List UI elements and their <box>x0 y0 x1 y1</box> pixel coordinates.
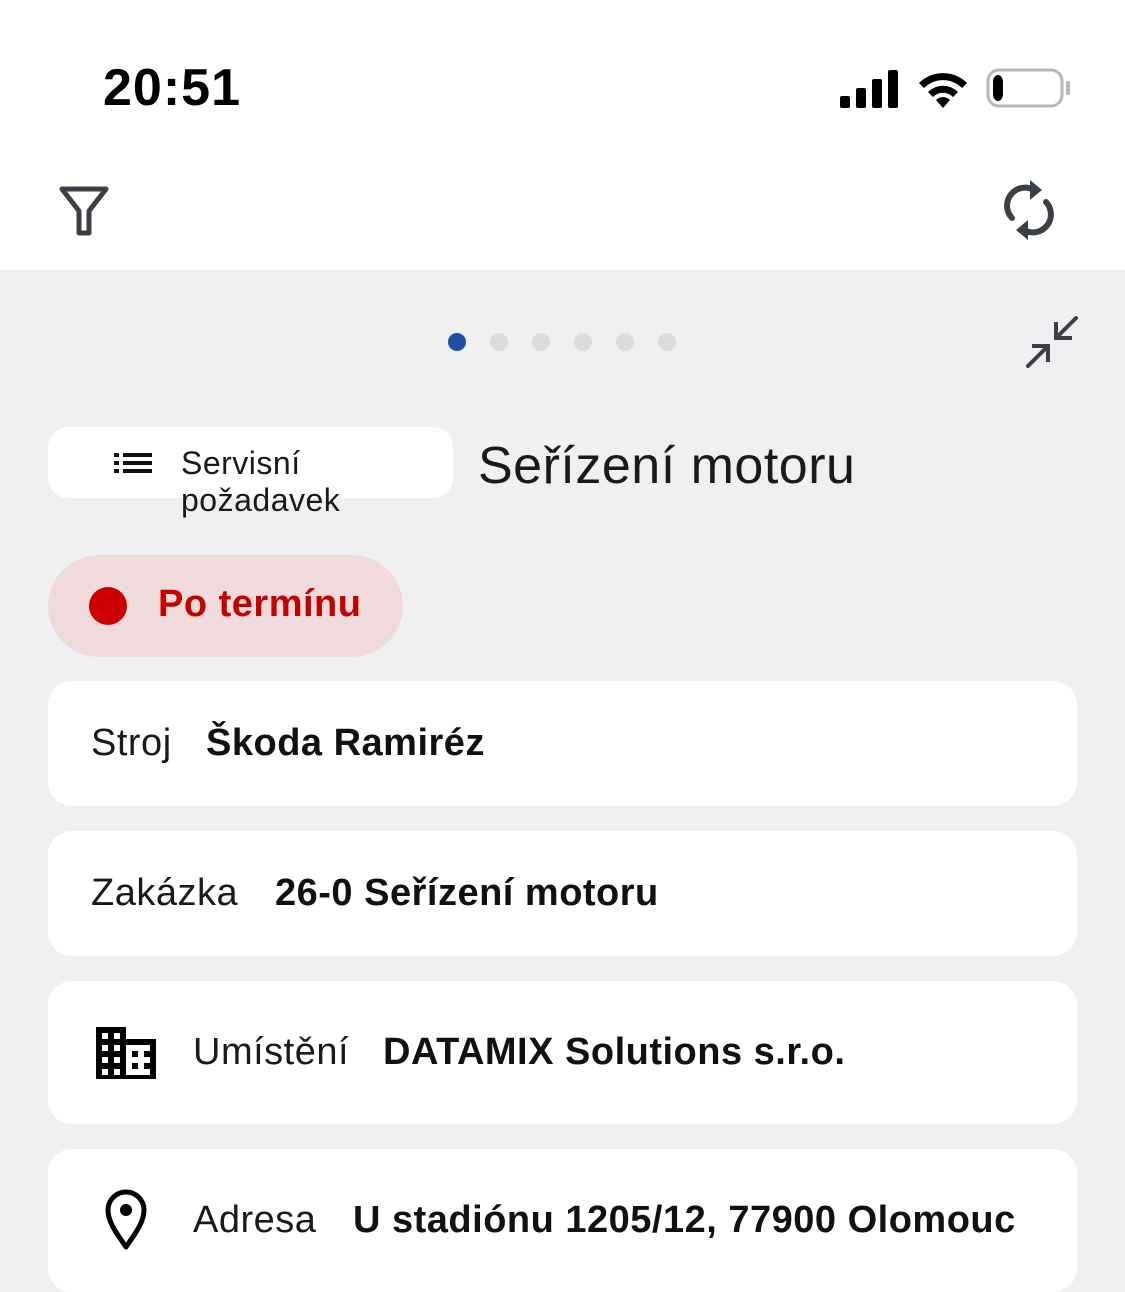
page-indicator <box>448 333 676 351</box>
top-toolbar <box>0 160 1125 270</box>
page-title: Seřízení motoru <box>478 437 856 495</box>
machine-card[interactable]: Stroj Škoda Ramiréz <box>48 681 1077 806</box>
page-dot[interactable] <box>532 333 550 351</box>
page-dot[interactable] <box>574 333 592 351</box>
building-icon <box>96 1027 156 1079</box>
page-dot[interactable] <box>658 333 676 351</box>
location-label: Umístění <box>193 1031 350 1073</box>
status-badge: Po termínu <box>48 555 403 657</box>
machine-label: Stroj <box>91 722 172 764</box>
order-label: Zakázka <box>91 872 239 914</box>
status-dot <box>89 587 127 625</box>
order-card[interactable]: Zakázka 26-0 Seřízení motoru <box>48 831 1077 956</box>
page-dot[interactable] <box>490 333 508 351</box>
battery-icon <box>986 68 1070 108</box>
page-dot[interactable] <box>616 333 634 351</box>
request-type-chip[interactable]: Servisní požadavek <box>48 427 453 518</box>
wifi-icon <box>919 73 967 108</box>
cellular-signal-icon <box>840 70 898 108</box>
list-icon <box>114 453 152 473</box>
status-label: Po termínu <box>158 583 362 625</box>
request-type-label: Servisní požadavek <box>181 445 341 518</box>
collapse-icon[interactable] <box>1026 316 1078 368</box>
location-pin-icon <box>105 1189 147 1250</box>
status-time: 20:51 <box>103 59 241 117</box>
filter-icon[interactable] <box>58 185 110 237</box>
address-value: U stadiónu 1205/12, 77900 Olomouc <box>353 1199 1016 1241</box>
location-card[interactable]: Umístění DATAMIX Solutions s.r.o. <box>48 981 1077 1124</box>
refresh-icon[interactable] <box>1000 178 1058 242</box>
status-bar: 20:51 <box>0 0 1125 160</box>
location-value: DATAMIX Solutions s.r.o. <box>383 1031 846 1073</box>
address-label: Adresa <box>193 1199 317 1241</box>
address-card[interactable]: Adresa U stadiónu 1205/12, 77900 Olomouc <box>48 1149 1077 1292</box>
battery-fill <box>993 75 1003 101</box>
order-value: 26-0 Seřízení motoru <box>275 872 659 914</box>
machine-value: Škoda Ramiréz <box>206 722 485 764</box>
page-dot[interactable] <box>448 333 466 351</box>
